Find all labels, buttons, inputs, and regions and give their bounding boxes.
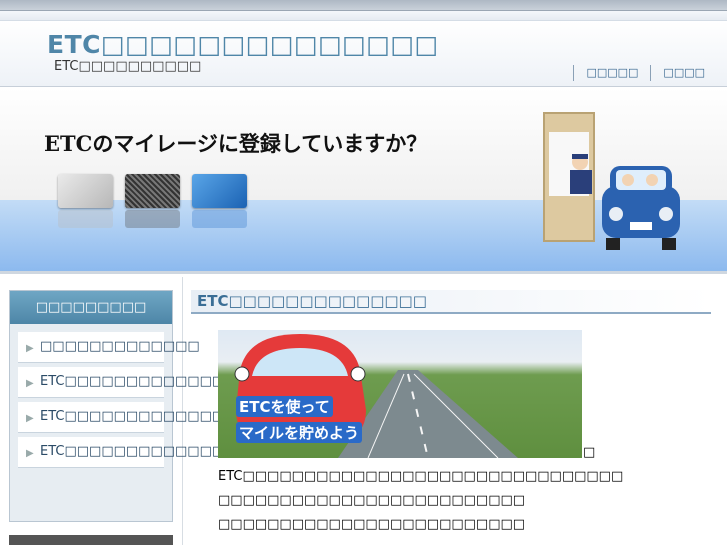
triangle-right-icon: ▶ [26, 343, 34, 354]
blue-car-illustration [602, 166, 680, 250]
nav-link-2[interactable]: □□□□ [650, 65, 717, 81]
sidebar-item-3[interactable]: ▶ ETC□□□□□□□□□□□□□□ [18, 402, 236, 433]
highway-photo: ETCを使って マイルを貯めよう [218, 330, 582, 458]
body-text-line-2: □□□□□□□□□□□□□□□□□□□□□□□□□ [218, 493, 526, 508]
credit-card-black-image [125, 174, 180, 208]
credit-card-silver-image [58, 174, 113, 208]
nav-link-1[interactable]: □□□□□ [573, 65, 650, 81]
body-text-line-3: □□□□□□□□□□□□□□□□□□□□□□□□□ [218, 517, 526, 532]
sidebar-item-1[interactable]: ▶ □□□□□□□□□□□□□ [18, 332, 200, 363]
content-heading-text: ETC□□□□□□□□□□□□□□ [197, 292, 427, 310]
photo-caption-line2: マイルを貯めよう [236, 422, 363, 443]
sidebar-item-label: ETC□□□□□□□□□□□□□□ [40, 374, 237, 389]
content-heading: ETC□□□□□□□□□□□□□□ [191, 290, 711, 314]
sidebar-item-4[interactable]: ▶ ETC□□□□□□□□□□□□□□□□□□ [18, 437, 286, 468]
site-title[interactable]: ETC□□□□□□□□□□□□□□ [47, 30, 439, 59]
photo-trailing-char: □ [583, 445, 596, 460]
sidebar-item-label: □□□□□□□□□□□□□ [40, 339, 200, 354]
site-subtitle: ETC□□□□□□□□□□ [54, 59, 202, 74]
triangle-right-icon: ▶ [26, 413, 34, 424]
site-header: ETC□□□□□□□□□□□□□□ ETC□□□□□□□□□□ □□□□□ □□… [0, 21, 727, 87]
credit-card-blue-image [192, 174, 247, 208]
sidebar: □□□□□□□□□ ▶ □□□□□□□□□□□□□ ▶ ETC□□□□□□□□□… [9, 290, 286, 522]
body-text-line-1: ETC□□□□□□□□□□□□□□□□□□□□□□□□□□□□□□□ [218, 469, 624, 484]
photo-caption-line1: ETCを使って [236, 396, 333, 417]
sidebar-item-label: ETC□□□□□□□□□□□□□□ [40, 409, 237, 424]
header-nav: □□□□□ □□□□ [573, 65, 717, 81]
top-strip [0, 0, 727, 11]
hero-banner: ETCのマイレージに登録していますか？ [0, 88, 727, 274]
sidebar-bottom-block [9, 535, 173, 545]
triangle-right-icon: ▶ [26, 448, 34, 459]
sidebar-heading: □□□□□□□□□ [10, 291, 172, 324]
sidebar-item-2[interactable]: ▶ ETC□□□□□□□□□□□□□□ [18, 367, 236, 398]
triangle-right-icon: ▶ [26, 378, 34, 389]
top-strip-inner [0, 11, 727, 21]
banner-headline: ETCのマイレージに登録していますか？ [44, 131, 428, 156]
